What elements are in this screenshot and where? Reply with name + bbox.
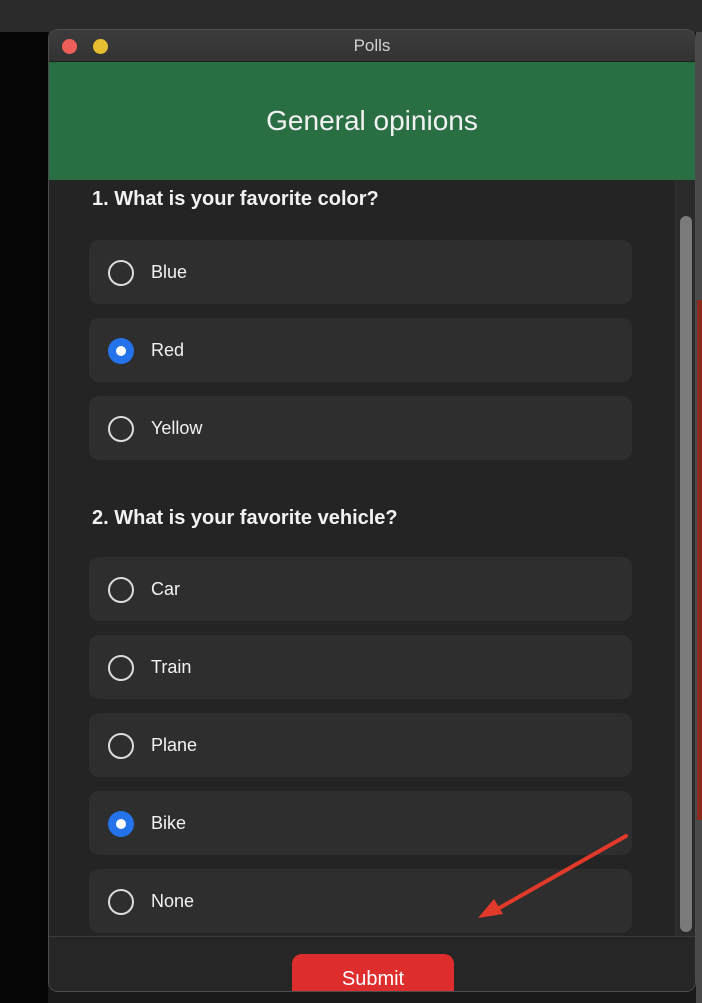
option-label: None [151, 891, 195, 911]
desktop-top-backdrop [0, 0, 702, 32]
option-label: Plane [151, 735, 198, 755]
window-title: Polls [353, 36, 391, 55]
poll-content: 1. What is your favorite color? Blue Red… [49, 180, 675, 936]
question-2-text: 2. What is your favorite vehicle? [92, 507, 398, 529]
option-car[interactable]: Car [89, 557, 632, 621]
option-red[interactable]: Red [89, 318, 632, 382]
option-blue[interactable]: Blue [89, 240, 632, 304]
scrollbar-thumb[interactable] [680, 216, 692, 932]
title-bar: Polls [49, 30, 695, 62]
radio-unchecked-icon[interactable] [108, 577, 134, 603]
option-label: Yellow [151, 418, 203, 438]
option-bike[interactable]: Bike [89, 791, 632, 855]
radio-checked-icon[interactable] [108, 338, 134, 364]
option-train[interactable]: Train [89, 635, 632, 699]
option-none[interactable]: None [89, 869, 632, 933]
radio-unchecked-icon[interactable] [108, 260, 134, 286]
option-label: Bike [151, 813, 187, 833]
radio-checked-icon[interactable] [108, 811, 134, 837]
radio-unchecked-icon[interactable] [108, 889, 134, 915]
option-label: Train [151, 657, 192, 677]
option-label: Blue [151, 262, 188, 282]
poll-header: General opinions [49, 62, 695, 180]
polls-window: Polls General opinions 1. What is your f… [48, 29, 696, 992]
submit-button[interactable]: Submit [292, 954, 454, 991]
poll-title: General opinions [266, 105, 478, 136]
question-1-text: 1. What is your favorite color? [92, 188, 379, 210]
background-window-edge [697, 300, 702, 820]
option-plane[interactable]: Plane [89, 713, 632, 777]
option-label: Red [151, 340, 185, 360]
radio-unchecked-icon[interactable] [108, 416, 134, 442]
poll-footer: Submit [49, 936, 695, 991]
radio-unchecked-icon[interactable] [108, 733, 134, 759]
option-label: Car [151, 579, 181, 599]
option-yellow[interactable]: Yellow [89, 396, 632, 460]
radio-unchecked-icon[interactable] [108, 655, 134, 681]
desktop-left-backdrop [0, 32, 48, 1003]
